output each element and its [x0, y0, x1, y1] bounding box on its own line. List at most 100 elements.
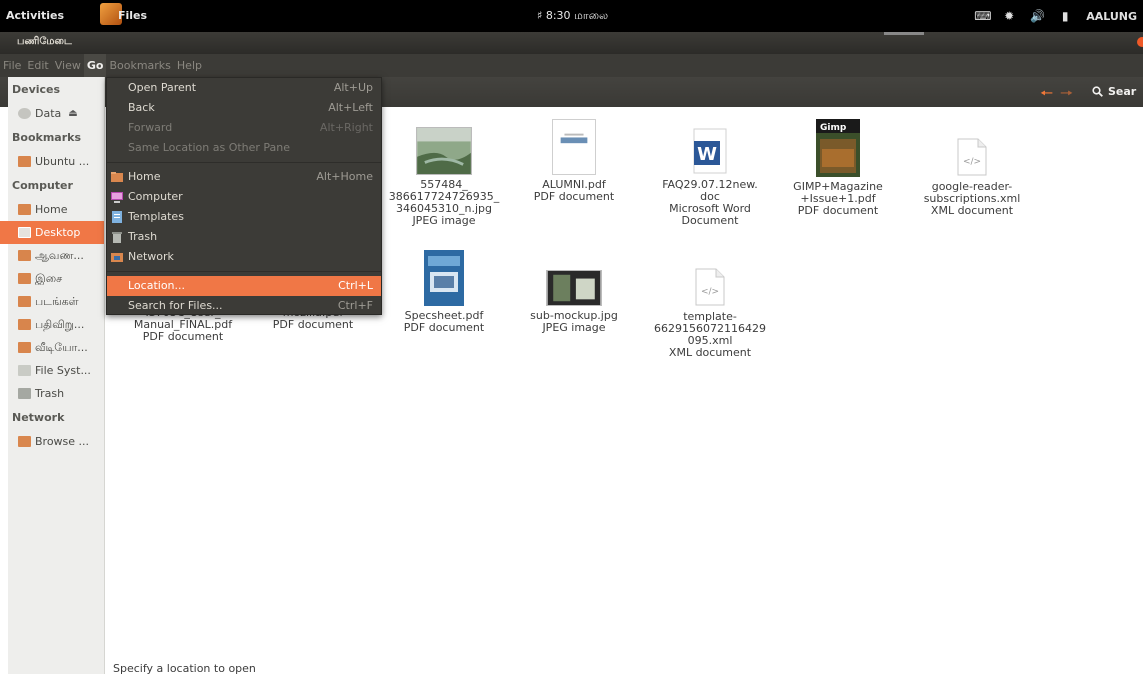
file-type: XML document	[930, 204, 1014, 217]
drive-icon	[18, 108, 31, 119]
filesystem-icon	[18, 365, 31, 376]
pdf-thumbnail	[424, 250, 464, 306]
menu-item-label: Network	[128, 250, 174, 263]
sidebar-item-trash[interactable]: Trash	[8, 382, 104, 405]
menu-item-back[interactable]: Back Alt+Left	[107, 98, 381, 118]
window-title: பணிமேடை	[17, 36, 72, 47]
sidebar-item-pictures[interactable]: படங்கள்	[8, 290, 104, 313]
folder-icon	[18, 156, 31, 167]
menu-separator	[107, 162, 381, 163]
sidebar-header-computer: Computer	[12, 179, 73, 192]
menu-item-home[interactable]: Home Alt+Home	[107, 167, 381, 187]
sidebar-item-ubuntu[interactable]: Ubuntu ...	[8, 150, 104, 173]
search-icon	[1092, 86, 1103, 97]
menu-item-location[interactable]: Location... Ctrl+L	[107, 276, 381, 296]
user-menu[interactable]: AALUNG	[1086, 10, 1137, 23]
file-item[interactable]: W FAQ29.07.12new. doc Microsoft Word Doc…	[650, 127, 770, 227]
file-item[interactable]: ALUMNI.pdf PDF document	[514, 119, 634, 203]
sidebar-item-label: பதிவிறு...	[35, 318, 85, 331]
menu-bookmarks[interactable]: Bookmarks	[106, 54, 173, 77]
documents-folder-icon	[18, 250, 31, 261]
close-icon[interactable]	[1137, 37, 1143, 47]
pdf-thumbnail	[552, 119, 596, 175]
search-button[interactable]: Sear	[1092, 85, 1136, 98]
sidebar-item-documents[interactable]: ஆவண...	[8, 244, 104, 267]
sidebar-item-data[interactable]: Data ⏏	[8, 102, 104, 125]
sidebar-item-desktop[interactable]: Desktop	[0, 221, 104, 244]
menu-item-forward[interactable]: Forward Alt+Right	[107, 118, 381, 138]
home-folder-icon	[18, 204, 31, 215]
sidebar-header-bookmarks: Bookmarks	[12, 131, 81, 144]
svg-text:</>: </>	[963, 157, 981, 167]
menu-item-open-parent[interactable]: Open Parent Alt+Up	[107, 78, 381, 98]
menu-item-accel: Alt+Home	[316, 170, 373, 183]
menu-item-computer[interactable]: Computer	[107, 187, 381, 207]
sidebar-item-label: Browse ...	[35, 435, 90, 448]
menu-item-network[interactable]: Network	[107, 247, 381, 267]
file-item[interactable]: sub-mockup.jpg JPEG image	[514, 270, 634, 334]
word-document-icon: W	[693, 128, 727, 174]
jpeg-thumbnail	[546, 270, 602, 306]
file-type: Microsoft Word Document	[669, 202, 751, 227]
file-type: JPEG image	[412, 214, 476, 227]
menu-go[interactable]: Go	[83, 54, 107, 77]
file-item[interactable]: </> google-reader- subscriptions.xml XML…	[912, 137, 1032, 217]
file-item[interactable]: 557484_ 386617724726935_ 346045310_n.jpg…	[384, 127, 504, 227]
file-type: PDF document	[797, 204, 879, 217]
activities-button[interactable]: Activities	[6, 9, 64, 22]
menu-item-label: Same Location as Other Pane	[128, 141, 291, 154]
menu-item-trash[interactable]: Trash	[107, 227, 381, 247]
sidebar: Devices Data ⏏ Bookmarks Ubuntu ... Comp…	[0, 77, 105, 674]
forward-arrow-icon[interactable]: 🠖	[1060, 83, 1073, 108]
sidebar-item-downloads[interactable]: பதிவிறு...	[8, 313, 104, 336]
file-item[interactable]: Specsheet.pdf PDF document	[384, 250, 504, 334]
pictures-folder-icon	[18, 296, 31, 307]
sidebar-item-music[interactable]: இசை	[8, 267, 104, 290]
network-folder-icon	[18, 436, 31, 447]
back-arrow-icon[interactable]: 🠔	[1040, 83, 1053, 108]
file-name: 557484_ 386617724726935_ 346045310_n.jpg	[388, 178, 500, 215]
menu-item-search-files[interactable]: Search for Files... Ctrl+F	[107, 296, 381, 316]
top-panel: Activities Files ♯ 8:30 மாலை ⌨ ✹ 🔊 ▮ AAL…	[0, 0, 1143, 32]
downloads-folder-icon	[18, 319, 31, 330]
menu-item-templates[interactable]: Templates	[107, 207, 381, 227]
file-name: template- 6629156072116429 095.xml	[654, 310, 766, 347]
svg-text:W: W	[697, 144, 717, 165]
file-type: PDF document	[403, 321, 485, 334]
menu-item-accel: Ctrl+F	[337, 299, 373, 312]
clock[interactable]: ♯ 8:30 மாலை	[537, 9, 608, 24]
svg-text:Gimp: Gimp	[820, 123, 847, 133]
volume-icon[interactable]: 🔊	[1030, 10, 1045, 22]
sidebar-item-label: வீடியோ...	[35, 341, 88, 354]
home-folder-icon	[111, 172, 123, 182]
battery-icon[interactable]: ▮	[1058, 10, 1072, 22]
sidebar-item-label: Home	[35, 203, 68, 216]
menu-item-same-location[interactable]: Same Location as Other Pane	[107, 138, 381, 158]
menu-item-label: Back	[128, 101, 155, 114]
file-item[interactable]: Gimp GIMP+Magazine +Issue+1.pdf PDF docu…	[778, 119, 898, 217]
keyboard-icon[interactable]: ⌨	[974, 10, 991, 22]
window-title-bar[interactable]: பணிமேடை	[0, 32, 1143, 54]
sidebar-item-videos[interactable]: வீடியோ...	[8, 336, 104, 359]
file-type: PDF document	[533, 190, 615, 203]
sidebar-item-filesystem[interactable]: File Syst...	[8, 359, 104, 382]
app-menu-label[interactable]: Files	[118, 9, 147, 22]
sidebar-item-home[interactable]: Home	[8, 198, 104, 221]
sidebar-item-browse-network[interactable]: Browse ...	[8, 430, 104, 453]
menu-help[interactable]: Help	[174, 54, 205, 77]
menu-bar: File Edit View Go Bookmarks Help	[0, 54, 1143, 77]
title-indicator	[884, 32, 924, 35]
sidebar-header-network: Network	[12, 411, 65, 424]
menu-item-accel: Ctrl+L	[338, 279, 373, 292]
menu-edit[interactable]: Edit	[24, 54, 51, 77]
network-folder-icon	[111, 253, 123, 262]
network-icon[interactable]: ✹	[1002, 10, 1016, 22]
menu-view[interactable]: View	[52, 54, 84, 77]
file-item[interactable]: </> template- 6629156072116429 095.xml X…	[650, 267, 770, 359]
menu-item-label: Forward	[128, 121, 173, 134]
xml-file-icon: </>	[957, 138, 987, 176]
menu-file[interactable]: File	[0, 54, 24, 77]
file-name: FAQ29.07.12new. doc	[662, 178, 758, 203]
eject-icon[interactable]: ⏏	[68, 102, 77, 125]
search-label: Sear	[1108, 85, 1137, 98]
